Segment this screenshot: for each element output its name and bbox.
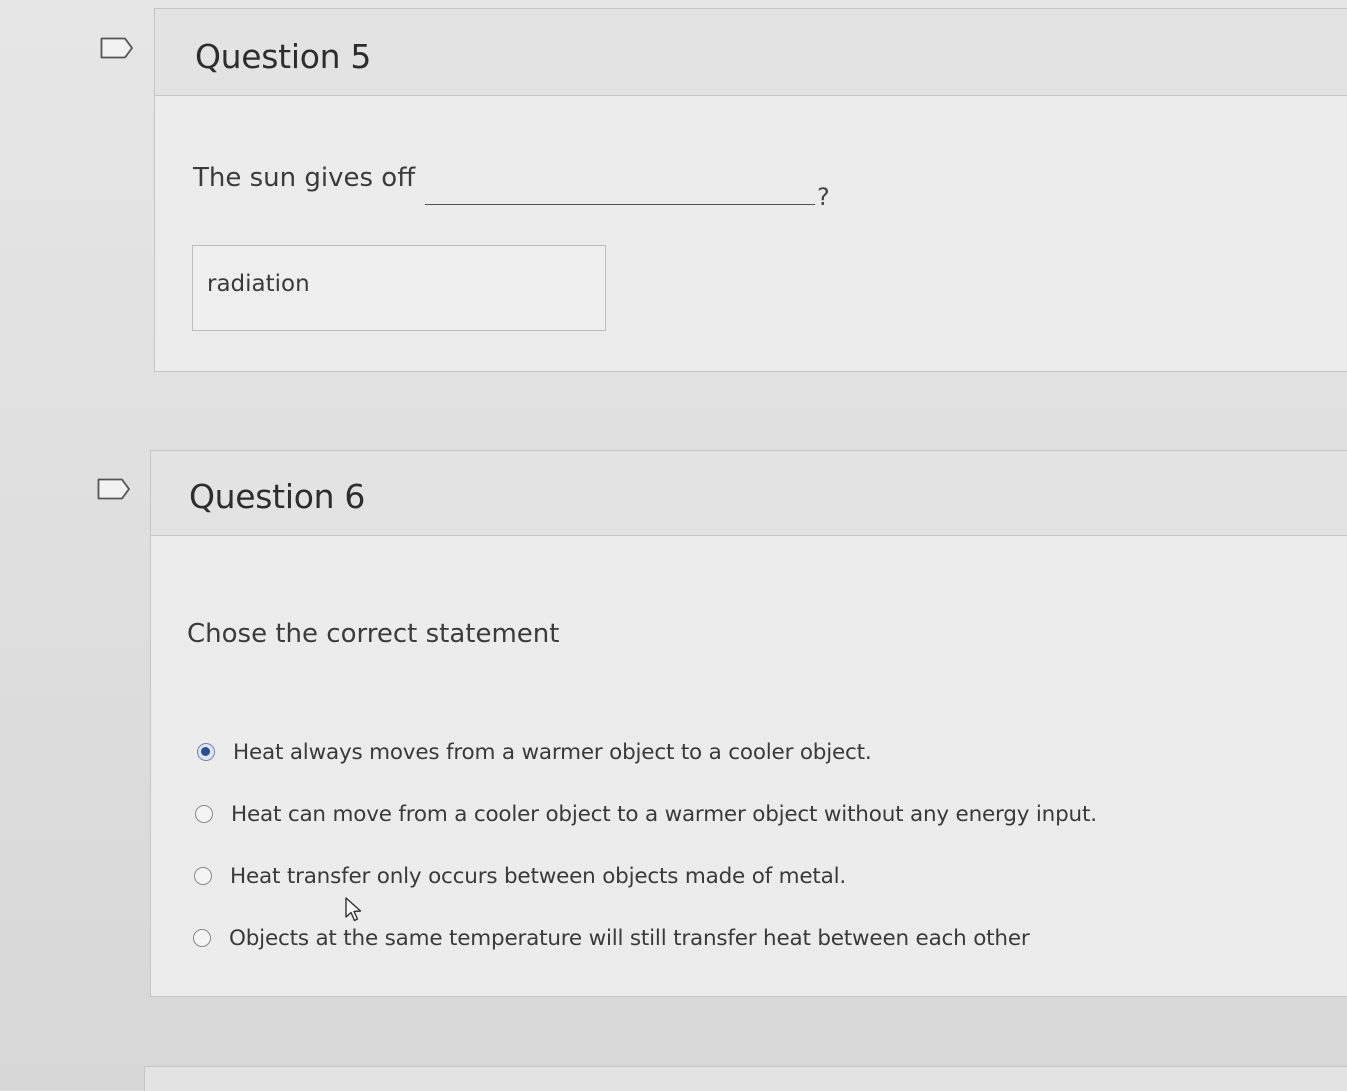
quiz-page: Question 5 The sun gives off ? radiation… [0,0,1347,1091]
question-5-card: Question 5 The sun gives off ? radiation [154,8,1347,372]
question-title: Question 6 [189,477,366,516]
radio-selected-icon[interactable] [197,743,215,761]
flag-icon[interactable] [97,478,131,500]
radio-empty-icon[interactable] [193,929,211,947]
answer-input[interactable]: radiation [192,245,606,331]
mouse-pointer-icon [345,897,362,922]
question-5-header: Question 5 [155,9,1347,96]
next-question-card [144,1066,1347,1091]
option-label: Heat transfer only occurs between object… [230,863,847,889]
question-mark: ? [817,183,830,211]
question-6-card: Question 6 Chose the correct statement H… [150,450,1347,997]
answer-option[interactable]: Heat can move from a cooler object to a … [195,797,1097,831]
option-label: Objects at the same temperature will sti… [229,925,1030,951]
fill-in-blank-line [425,204,815,205]
answer-option[interactable]: Objects at the same temperature will sti… [193,921,1030,955]
question-prompt: The sun gives off [193,163,416,193]
option-label: Heat always moves from a warmer object t… [233,739,872,765]
question-title: Question 5 [195,37,372,76]
answer-option[interactable]: Heat transfer only occurs between object… [194,859,846,893]
question-prompt: Chose the correct statement [187,619,560,649]
radio-empty-icon[interactable] [195,805,213,823]
radio-empty-icon[interactable] [194,867,212,885]
question-6-header: Question 6 [151,451,1347,536]
flag-icon[interactable] [100,37,134,59]
answer-option[interactable]: Heat always moves from a warmer object t… [197,735,872,769]
option-label: Heat can move from a cooler object to a … [231,801,1097,827]
